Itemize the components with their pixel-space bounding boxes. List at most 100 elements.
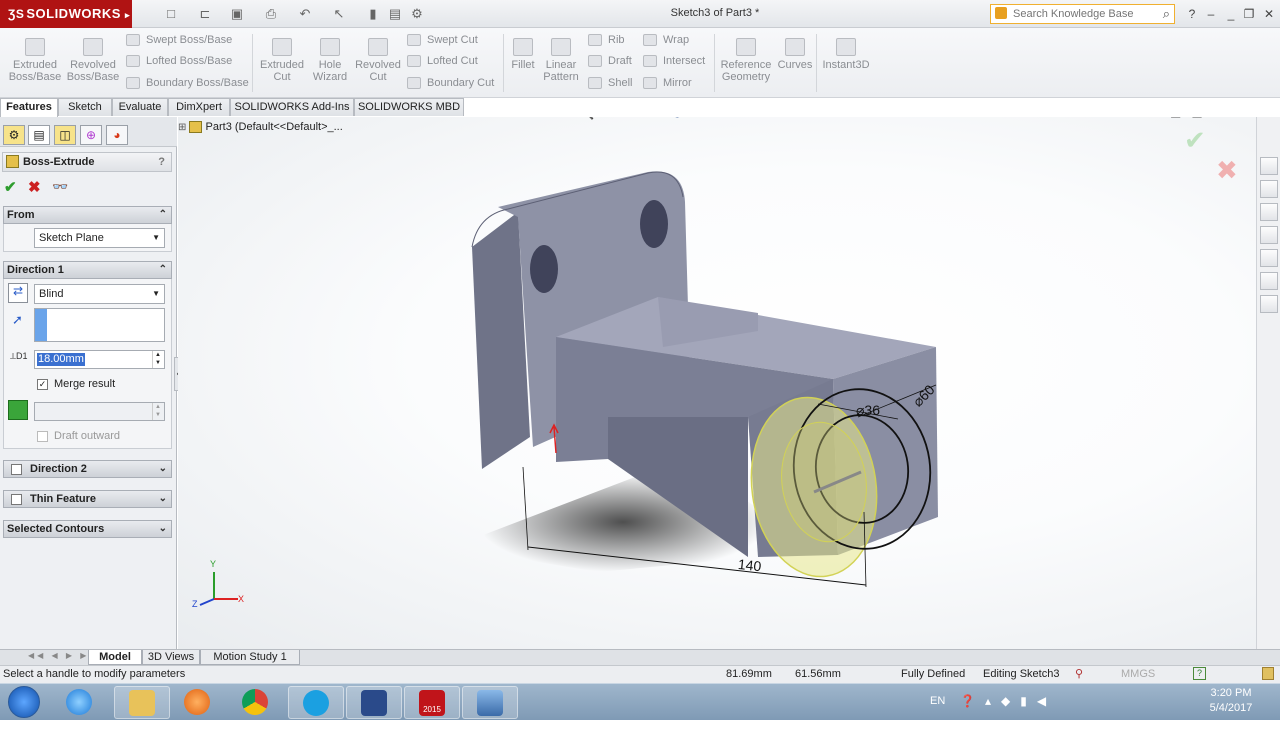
linear-pattern-button[interactable]: Linear Pattern: [541, 38, 581, 83]
instant3d-button[interactable]: Instant3D: [820, 38, 872, 71]
open-folder-icon[interactable]: ⊏: [196, 5, 214, 23]
taskbar-clock[interactable]: 3:20 PM 5/4/2017: [1196, 686, 1266, 716]
help-tray-icon[interactable]: ❓: [960, 694, 985, 708]
help-icon[interactable]: ?: [158, 153, 165, 171]
solidworks-resources-icon[interactable]: [1260, 157, 1278, 175]
unit-system[interactable]: MMGS: [1121, 666, 1155, 683]
minimize-icon[interactable]: –: [1202, 5, 1220, 23]
curves-button[interactable]: Curves: [776, 38, 814, 71]
taskbar-skype[interactable]: [288, 686, 344, 719]
search-input[interactable]: [991, 5, 1141, 23]
length-140-label[interactable]: 140: [737, 556, 762, 574]
taskbar-media-player[interactable]: [170, 686, 226, 719]
intersect-button[interactable]: Intersect: [643, 53, 705, 69]
help-icon[interactable]: ?: [1193, 667, 1206, 680]
taskbar-internet-explorer[interactable]: [52, 686, 108, 719]
help-icon[interactable]: ?: [1183, 5, 1201, 23]
revolved-boss-button[interactable]: Revolved Boss/Base: [66, 38, 120, 83]
merge-result-checkbox[interactable]: ✓: [37, 379, 48, 390]
taskbar-recorder[interactable]: [346, 686, 402, 719]
graphics-area[interactable]: ⊞ Part3 (Default<<Default>_... 🔍⌕↺◧◳◍◐●◓…: [178, 117, 1256, 649]
lofted-cut-button[interactable]: Lofted Cut: [407, 53, 478, 69]
mirror-button[interactable]: Mirror: [643, 75, 692, 91]
tab-features[interactable]: Features: [0, 98, 58, 117]
tab-model[interactable]: Model: [88, 650, 142, 665]
direction-reference-field[interactable]: [34, 308, 165, 342]
reference-geometry-button[interactable]: Reference Geometry: [718, 38, 774, 83]
taskbar-solidworks[interactable]: 2015: [404, 686, 460, 719]
custom-properties-icon[interactable]: [1260, 272, 1278, 290]
extruded-boss-button[interactable]: Extruded Boss/Base: [8, 38, 62, 83]
options-icon[interactable]: ⚙: [408, 5, 426, 23]
from-section-header[interactable]: From ⌃: [3, 206, 172, 224]
undo-icon[interactable]: ↶: [296, 5, 314, 23]
file-explorer-icon[interactable]: [1260, 203, 1278, 221]
shell-button[interactable]: Shell: [588, 75, 632, 91]
rebuild-icon[interactable]: ▮: [364, 5, 382, 23]
design-library-icon[interactable]: [1260, 180, 1278, 198]
dimxpert-manager-icon[interactable]: ⊕: [80, 125, 102, 145]
file-properties-icon[interactable]: ▤: [386, 5, 404, 23]
volume-icon[interactable]: ◀: [1037, 694, 1056, 708]
show-hidden-icons-icon[interactable]: ▴: [985, 694, 1001, 708]
selected-contours-section-header[interactable]: Selected Contours ⌄: [3, 520, 172, 538]
direction2-checkbox[interactable]: [11, 463, 22, 475]
close-icon[interactable]: ✕: [1260, 5, 1278, 23]
save-icon[interactable]: ▣: [228, 5, 246, 23]
direction2-section-header[interactable]: Direction 2 ⌄: [3, 460, 172, 478]
notifications-icon[interactable]: [1262, 667, 1274, 680]
fillet-button[interactable]: Fillet: [507, 38, 539, 71]
search-box[interactable]: ⌕: [990, 4, 1175, 24]
depth-input[interactable]: 18.00mm ▲ ▼: [34, 350, 165, 369]
tab-motion-study[interactable]: Motion Study 1: [200, 650, 300, 665]
select-pointer-icon[interactable]: ↖: [330, 5, 348, 23]
direction1-section-header[interactable]: Direction 1 ⌃: [3, 261, 172, 279]
display-manager-icon[interactable]: ◕: [106, 125, 128, 145]
lofted-boss-button[interactable]: Lofted Boss/Base: [126, 53, 232, 69]
tab-3d-views[interactable]: 3D Views: [142, 650, 200, 665]
ok-check-icon[interactable]: ✔: [4, 178, 17, 196]
tab-evaluate[interactable]: Evaluate: [112, 98, 168, 116]
end-condition-select[interactable]: Blind ▼: [34, 284, 165, 304]
wrap-button[interactable]: Wrap: [643, 32, 689, 48]
draft-on-off-icon[interactable]: [8, 400, 28, 420]
swept-cut-button[interactable]: Swept Cut: [407, 32, 478, 48]
tray-app-icon[interactable]: ◆: [1001, 694, 1020, 708]
cancel-x-icon[interactable]: ✖: [28, 178, 41, 196]
taskbar-image-viewer[interactable]: [462, 686, 518, 719]
print-icon[interactable]: ⎙: [262, 5, 280, 23]
draft-button[interactable]: Draft: [588, 53, 632, 69]
property-manager-icon[interactable]: ▤: [28, 125, 50, 145]
boundary-boss-button[interactable]: Boundary Boss/Base: [126, 75, 249, 91]
tab-add-ins[interactable]: SOLIDWORKS Add-Ins: [230, 98, 354, 116]
appearances-icon[interactable]: [1260, 249, 1278, 267]
from-select[interactable]: Sketch Plane ▼: [34, 228, 165, 248]
taskbar-chrome[interactable]: [228, 686, 284, 719]
boundary-cut-button[interactable]: Boundary Cut: [407, 75, 494, 91]
detailed-preview-icon[interactable]: 👓: [52, 179, 68, 195]
tab-sketch[interactable]: Sketch: [58, 98, 112, 116]
view-palette-icon[interactable]: [1260, 226, 1278, 244]
spin-arrows-icon[interactable]: ▲ ▼: [152, 351, 163, 368]
solidworks-logo[interactable]: ƷS SOLIDWORKS ▸: [0, 0, 132, 28]
network-icon[interactable]: ▮: [1020, 694, 1037, 708]
taskbar-file-explorer[interactable]: [114, 686, 170, 719]
language-indicator[interactable]: EN: [930, 695, 945, 707]
rib-button[interactable]: Rib: [588, 32, 625, 48]
swept-boss-button[interactable]: Swept Boss/Base: [126, 32, 232, 48]
revolved-cut-button[interactable]: Revolved Cut: [354, 38, 402, 83]
rebuild-status-icon[interactable]: ⚲: [1075, 666, 1083, 683]
tab-dimxpert[interactable]: DimXpert: [168, 98, 230, 116]
start-button-icon[interactable]: [8, 686, 40, 718]
hole-wizard-button[interactable]: Hole Wizard: [308, 38, 352, 83]
configuration-manager-icon[interactable]: ◫: [54, 125, 76, 145]
thin-feature-checkbox[interactable]: [11, 493, 22, 505]
extruded-cut-button[interactable]: Extruded Cut: [256, 38, 308, 83]
thin-feature-section-header[interactable]: Thin Feature ⌄: [3, 490, 172, 508]
new-document-icon[interactable]: □: [162, 5, 180, 23]
restore-icon[interactable]: ❐: [1240, 5, 1258, 23]
feature-tree-icon[interactable]: ⚙: [3, 125, 25, 145]
reverse-direction-icon[interactable]: ⇄: [8, 283, 28, 303]
diameter-36-label[interactable]: ⌀36: [856, 402, 880, 418]
minimize-window-icon[interactable]: _: [1222, 5, 1240, 23]
